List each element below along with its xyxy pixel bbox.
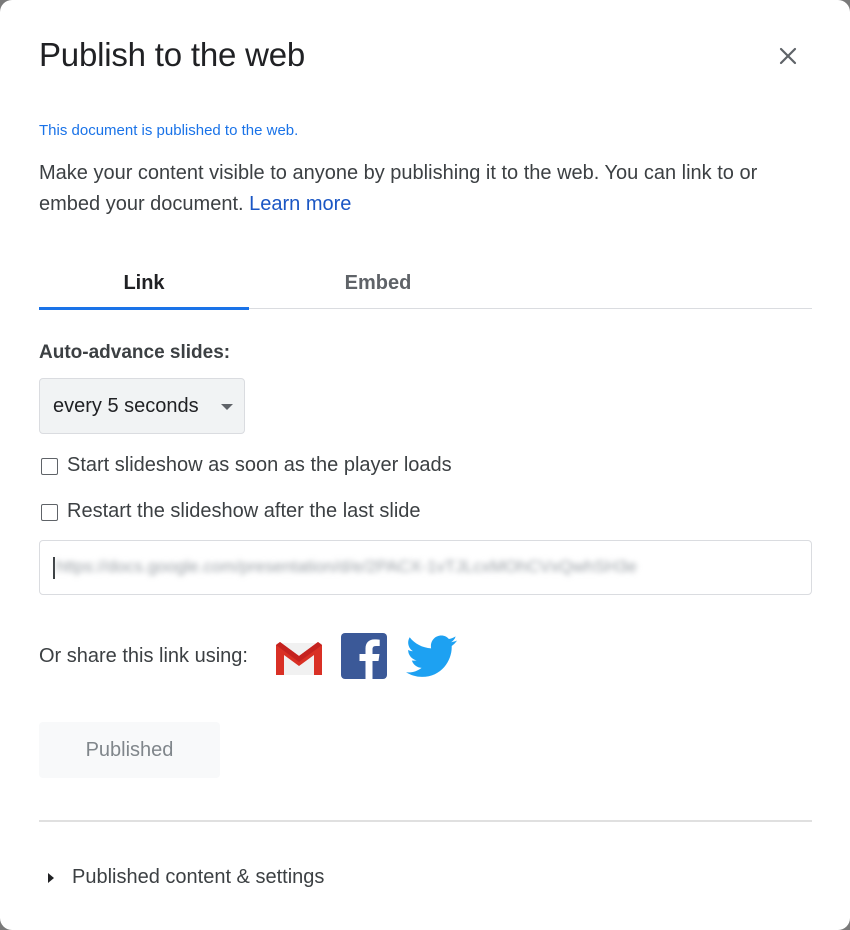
tab-bar: Link Embed	[39, 262, 812, 310]
auto-advance-label: Auto-advance slides:	[39, 342, 231, 363]
learn-more-link[interactable]: Learn more	[249, 193, 351, 215]
gmail-icon[interactable]	[274, 637, 324, 682]
tab-embed[interactable]: Embed	[273, 262, 483, 308]
dialog-description: Make your content visible to anyone by p…	[39, 158, 814, 220]
divider	[39, 820, 812, 822]
start-on-load-label: Start slideshow as soon as the player lo…	[67, 454, 452, 476]
triangle-right-icon	[48, 873, 54, 883]
publish-dialog: Publish to the web This document is publ…	[0, 0, 850, 930]
published-url-field[interactable]: https://docs.google.com/presentation/d/e…	[39, 540, 812, 595]
published-settings-label: Published content & settings	[72, 866, 325, 888]
auto-advance-select[interactable]: every 5 seconds	[39, 378, 245, 434]
published-button[interactable]: Published	[39, 722, 220, 778]
tab-link[interactable]: Link	[39, 262, 249, 310]
published-url: https://docs.google.com/presentation/d/e…	[56, 557, 637, 576]
share-label: Or share this link using:	[39, 645, 248, 667]
close-icon[interactable]	[774, 42, 802, 70]
dropdown-arrow-icon	[221, 404, 233, 410]
start-on-load-checkbox[interactable]	[41, 458, 58, 475]
restart-label: Restart the slideshow after the last sli…	[67, 500, 421, 522]
restart-checkbox[interactable]	[41, 504, 58, 521]
auto-advance-value: every 5 seconds	[53, 395, 199, 417]
description-text: Make your content visible to anyone by p…	[39, 162, 758, 215]
publish-status: This document is published to the web.	[39, 122, 299, 139]
dialog-title: Publish to the web	[39, 36, 306, 73]
twitter-icon[interactable]	[406, 635, 458, 684]
text-cursor	[53, 557, 55, 579]
facebook-icon[interactable]	[341, 633, 387, 684]
